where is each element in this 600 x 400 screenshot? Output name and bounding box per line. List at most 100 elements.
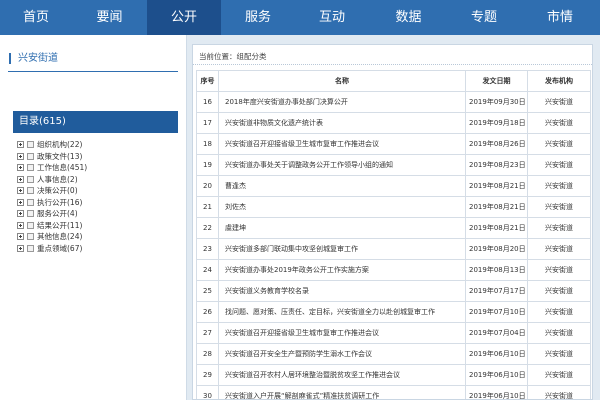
folder-icon bbox=[27, 152, 34, 160]
row-org: 兴安街道 bbox=[527, 196, 591, 218]
nav-item-3[interactable]: 服务 bbox=[221, 0, 295, 35]
breadcrumb: 当前位置：组配分类 bbox=[199, 52, 267, 61]
row-title-link[interactable]: 刘佐杰 bbox=[218, 196, 466, 218]
expand-icon[interactable] bbox=[17, 141, 24, 149]
tree-item-label[interactable]: 政策文件(13) bbox=[37, 151, 82, 162]
row-title-link[interactable]: 虞建坤 bbox=[218, 217, 466, 239]
folder-icon bbox=[27, 175, 34, 183]
row-date: 2019年07月17日 bbox=[465, 280, 528, 302]
tree-item-label[interactable]: 其他信息(24) bbox=[37, 231, 82, 242]
table-header-row: 序号 名称 发文日期 发布机构 bbox=[196, 70, 591, 92]
row-date: 2019年06月10日 bbox=[465, 385, 528, 399]
tree-item[interactable]: 政策文件(13) bbox=[17, 151, 87, 163]
row-date: 2019年08月26日 bbox=[465, 133, 528, 155]
nav-item-4[interactable]: 互动 bbox=[295, 0, 369, 35]
tree-item[interactable]: 重点领域(67) bbox=[17, 243, 87, 255]
expand-icon[interactable] bbox=[17, 175, 24, 183]
row-title-link[interactable]: 曹逢杰 bbox=[218, 175, 466, 197]
sidebar: 兴安街道 目录(615) 组织机构(22) 政策文件(13) 工作信息(451) 人事… bbox=[0, 35, 187, 400]
column-header-date: 发文日期 bbox=[465, 70, 528, 92]
expand-icon[interactable] bbox=[17, 244, 24, 252]
row-org: 兴安街道 bbox=[527, 280, 591, 302]
row-title-link[interactable]: 兴安街道召开安全生产暨预防学生溺水工作会议 bbox=[218, 343, 466, 365]
row-number: 22 bbox=[196, 217, 219, 239]
row-number: 21 bbox=[196, 196, 219, 218]
expand-icon[interactable] bbox=[17, 221, 24, 229]
content-panel: 当前位置：组配分类 序号 名称 发文日期 发布机构 16 2018年度兴安街道办事… bbox=[192, 44, 593, 400]
row-title-link[interactable]: 兴安街道非物质文化遗产统计表 bbox=[218, 112, 466, 134]
row-date: 2019年08月13日 bbox=[465, 259, 528, 281]
folder-icon bbox=[27, 233, 34, 241]
table-row: 27 兴安街道召开迎接省级卫生城市复审工作推进会议 2019年07月04日 兴安街道 bbox=[196, 322, 591, 344]
table-row: 30 兴安街道入户开展“解剖麻雀式”精准扶贫调研工作 2019年06月10日 兴安街道 bbox=[196, 385, 591, 399]
tree-item[interactable]: 工作信息(451) bbox=[17, 162, 87, 174]
row-title-link[interactable]: 兴安街道多部门联动集中攻坚创城复审工作 bbox=[218, 238, 466, 260]
row-number: 23 bbox=[196, 238, 219, 260]
table-row: 26 找问题、愿对策、压责任、定目标，兴安街道全力以赴创城复审工作 2019年07月… bbox=[196, 301, 591, 323]
expand-icon[interactable] bbox=[17, 210, 24, 218]
tree-item-label[interactable]: 人事信息(2) bbox=[37, 174, 78, 185]
tree-item[interactable]: 人事信息(2) bbox=[17, 174, 87, 186]
folder-icon bbox=[27, 198, 34, 206]
row-number: 26 bbox=[196, 301, 219, 323]
row-title-link[interactable]: 找问题、愿对策、压责任、定目标，兴安街道全力以赴创城复审工作 bbox=[218, 301, 466, 323]
row-org: 兴安街道 bbox=[527, 385, 591, 399]
row-title-link[interactable]: 兴安街道义务教育学校名录 bbox=[218, 280, 466, 302]
table-row: 25 兴安街道义务教育学校名录 2019年07月17日 兴安街道 bbox=[196, 280, 591, 302]
tree-item[interactable]: 服务公开(4) bbox=[17, 208, 87, 220]
nav-item-1[interactable]: 要闻 bbox=[72, 0, 147, 35]
row-title-link[interactable]: 兴安街道召开迎接省级卫生城市复审工作推进会议 bbox=[218, 133, 466, 155]
table-row: 22 虞建坤 2019年08月21日 兴安街道 bbox=[196, 217, 591, 239]
expand-icon[interactable] bbox=[17, 233, 24, 241]
column-header-org: 发布机构 bbox=[527, 70, 591, 92]
row-org: 兴安街道 bbox=[527, 112, 591, 134]
table-row: 21 刘佐杰 2019年08月21日 兴安街道 bbox=[196, 196, 591, 218]
row-title-link[interactable]: 兴安街道召开迎接省级卫生城市复审工作推进会议 bbox=[218, 322, 466, 344]
expand-icon[interactable] bbox=[17, 164, 24, 172]
row-number: 17 bbox=[196, 112, 219, 134]
tree-item[interactable]: 其他信息(24) bbox=[17, 231, 87, 243]
row-title-link[interactable]: 兴安街道入户开展“解剖麻雀式”精准扶贫调研工作 bbox=[218, 385, 466, 399]
folder-icon bbox=[27, 210, 34, 218]
expand-icon[interactable] bbox=[17, 187, 24, 195]
row-number: 19 bbox=[196, 154, 219, 176]
tree-item-label[interactable]: 结果公开(11) bbox=[37, 220, 82, 231]
row-org: 兴安街道 bbox=[527, 175, 591, 197]
row-date: 2019年06月10日 bbox=[465, 364, 528, 386]
nav-item-2[interactable]: 公开 bbox=[147, 0, 221, 35]
tree-item-label[interactable]: 执行公开(16) bbox=[37, 197, 82, 208]
row-title-link[interactable]: 2018年度兴安街道办事处部门决算公开 bbox=[218, 91, 466, 113]
nav-item-6[interactable]: 专题 bbox=[448, 0, 520, 35]
nav-item-0[interactable]: 首页 bbox=[0, 0, 72, 35]
row-number: 25 bbox=[196, 280, 219, 302]
table-row: 23 兴安街道多部门联动集中攻坚创城复审工作 2019年08月20日 兴安街道 bbox=[196, 238, 591, 260]
table-row: 20 曹逢杰 2019年08月21日 兴安街道 bbox=[196, 175, 591, 197]
row-title-link[interactable]: 兴安街道召开农村人居环境整治暨脱贫攻坚工作推进会议 bbox=[218, 364, 466, 386]
tree-item-label[interactable]: 服务公开(4) bbox=[37, 208, 78, 219]
expand-icon[interactable] bbox=[17, 198, 24, 206]
tree-item[interactable]: 执行公开(16) bbox=[17, 197, 87, 209]
nav-item-5[interactable]: 数据 bbox=[369, 0, 448, 35]
expand-icon[interactable] bbox=[17, 152, 24, 160]
tree-item-label[interactable]: 工作信息(451) bbox=[37, 162, 87, 173]
table-row: 18 兴安街道召开迎接省级卫生城市复审工作推进会议 2019年08月26日 兴安街道 bbox=[196, 133, 591, 155]
category-tree: 组织机构(22) 政策文件(13) 工作信息(451) 人事信息(2) 决策公开(0) 执… bbox=[17, 139, 87, 254]
table-row: 16 2018年度兴安街道办事处部门决算公开 2019年09月30日 兴安街道 bbox=[196, 91, 591, 113]
tree-item[interactable]: 决策公开(0) bbox=[17, 185, 87, 197]
row-date: 2019年08月21日 bbox=[465, 217, 528, 239]
row-number: 29 bbox=[196, 364, 219, 386]
tree-item[interactable]: 组织机构(22) bbox=[17, 139, 87, 151]
row-date: 2019年08月21日 bbox=[465, 196, 528, 218]
column-header-title: 名称 bbox=[218, 70, 466, 92]
tree-item-label[interactable]: 重点领域(67) bbox=[37, 243, 82, 254]
tree-item[interactable]: 结果公开(11) bbox=[17, 220, 87, 232]
table-row: 28 兴安街道召开安全生产暨预防学生溺水工作会议 2019年06月10日 兴安街道 bbox=[196, 343, 591, 365]
tree-item-label[interactable]: 决策公开(0) bbox=[37, 185, 78, 196]
directory-header[interactable]: 目录(615) bbox=[13, 111, 178, 133]
tree-item-label[interactable]: 组织机构(22) bbox=[37, 139, 82, 150]
folder-icon bbox=[27, 221, 34, 229]
row-title-link[interactable]: 兴安街道办事处2019年政务公开工作实施方案 bbox=[218, 259, 466, 281]
row-title-link[interactable]: 兴安街道办事处关于调整政务公开工作领导小组的通知 bbox=[218, 154, 466, 176]
folder-icon bbox=[27, 187, 34, 195]
nav-item-7[interactable]: 市情 bbox=[520, 0, 600, 35]
